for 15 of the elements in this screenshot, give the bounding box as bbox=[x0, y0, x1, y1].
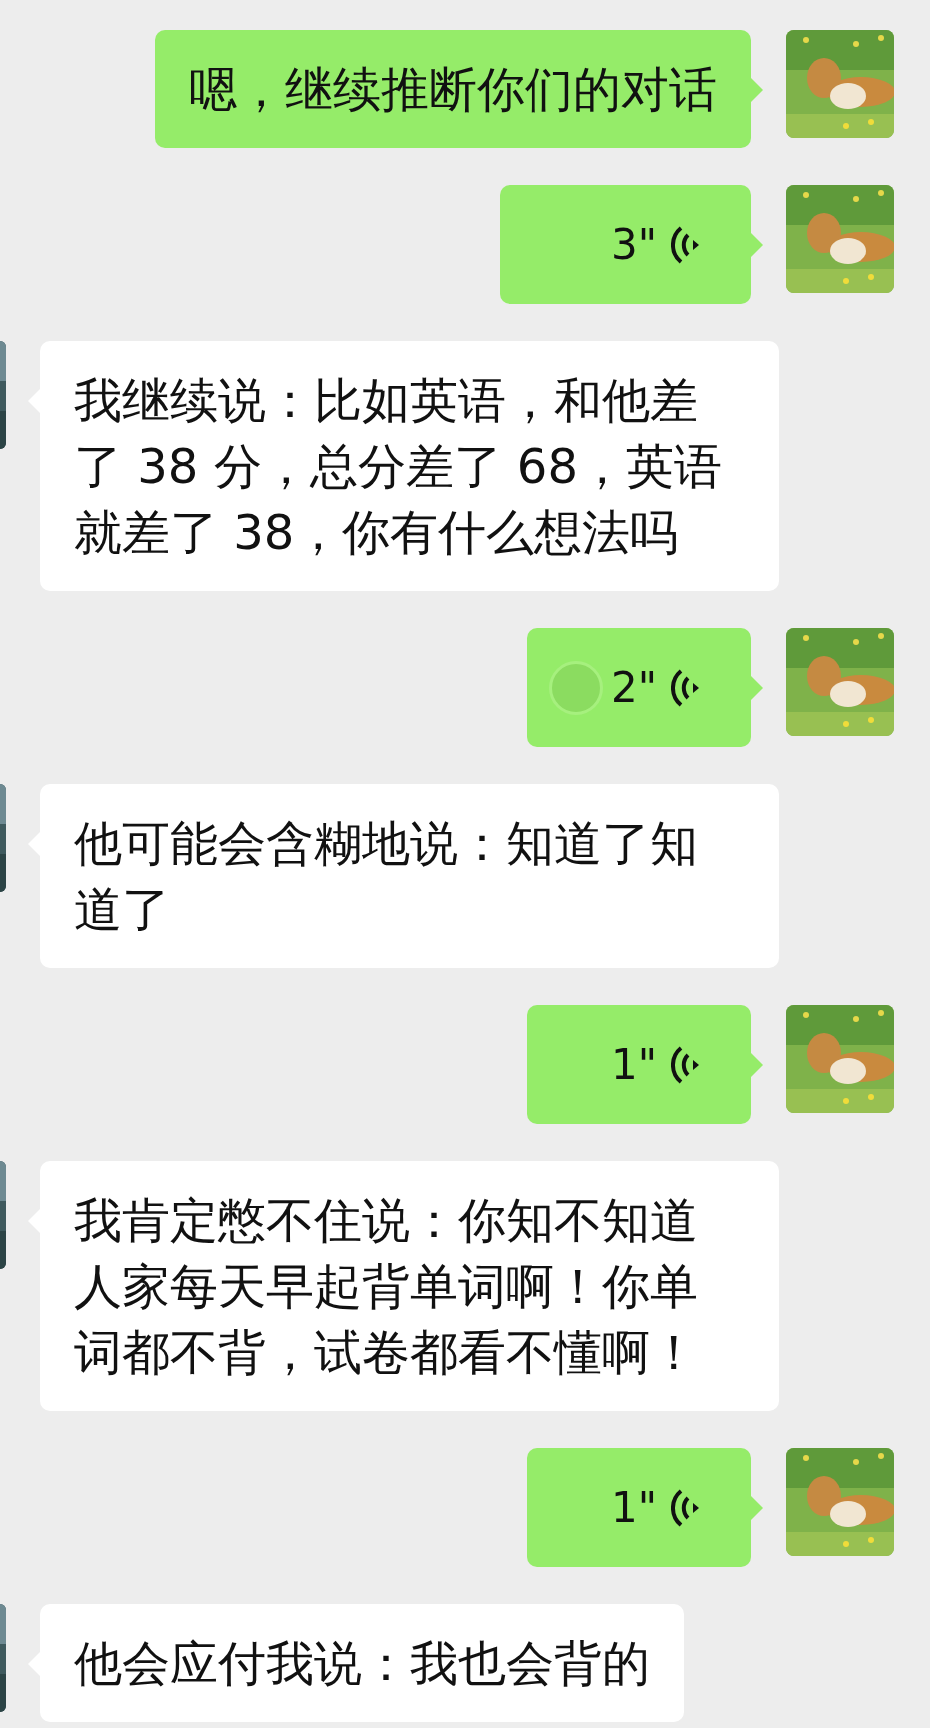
message-bubble[interactable]: 嗯，继续推断你们的对话 bbox=[155, 30, 751, 148]
bubble-tail bbox=[751, 78, 763, 102]
voice-message[interactable]: 2" bbox=[527, 628, 751, 747]
bubble-tail bbox=[751, 1053, 763, 1077]
message-bubble[interactable]: 他会应付我说：我也会背的 bbox=[40, 1604, 684, 1722]
message-bubble[interactable]: 他可能会含糊地说：知道了知道了 bbox=[40, 784, 779, 968]
message-bubble[interactable]: 我继续说：比如英语，和他差了 38 分，总分差了 68，英语就差了 38，你有什么想法吗 bbox=[40, 341, 779, 591]
bubble-tail bbox=[751, 676, 763, 700]
bubble-tail bbox=[751, 233, 763, 257]
message-bubble[interactable]: 我肯定憋不住说：你知不知道人家每天早起背单词啊！你单词都不背，试卷都看不懂啊！ bbox=[40, 1161, 779, 1411]
voice-message[interactable]: 1" bbox=[527, 1005, 751, 1124]
voice-message[interactable]: 3" bbox=[500, 185, 751, 304]
voice-message[interactable]: 1" bbox=[527, 1448, 751, 1567]
touch-ripple bbox=[549, 661, 603, 715]
bubble-tail bbox=[751, 1496, 763, 1520]
